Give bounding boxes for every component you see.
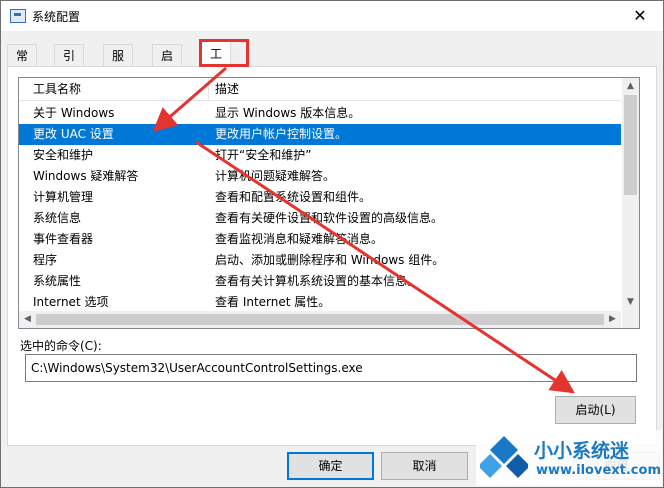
tab-services[interactable]: 服务 xyxy=(103,44,134,85)
tool-name: 安全和维护 xyxy=(33,148,94,162)
scroll-left-icon[interactable]: ◀ xyxy=(19,311,36,328)
tab-general[interactable]: 常规 xyxy=(7,44,38,85)
horizontal-scroll-thumb[interactable] xyxy=(36,314,604,325)
tool-description: 计算机问题疑难解答。 xyxy=(215,169,336,183)
list-item[interactable]: Windows 疑难解答 计算机问题疑难解答。 xyxy=(19,166,621,187)
list-item[interactable]: 事件查看器 查看监视消息和疑难解答消息。 xyxy=(19,229,621,250)
close-button[interactable]: ✕ xyxy=(617,1,663,31)
list-item[interactable]: 系统属性 查看有关计算机系统设置的基本信息。 xyxy=(19,271,621,292)
selected-command-label: 选中的命令(C): xyxy=(20,339,102,353)
tool-name: Windows 疑难解答 xyxy=(33,169,139,183)
tool-description: 更改用户帐户控制设置。 xyxy=(215,127,348,141)
column-header-tool-name[interactable]: 工具名称 xyxy=(33,78,81,100)
tool-name: 关于 Windows xyxy=(33,106,115,120)
tool-description: 启动、添加或删除程序和 Windows 组件。 xyxy=(215,253,445,267)
msconfig-app-icon xyxy=(10,9,26,23)
scroll-right-icon[interactable]: ▶ xyxy=(604,311,621,328)
tool-description: 查看有关硬件设置和软件设置的高级信息。 xyxy=(215,211,444,225)
selected-command-field[interactable]: C:\Windows\System32\UserAccountControlSe… xyxy=(25,354,637,382)
tool-description: 打开“安全和维护” xyxy=(215,148,312,162)
tab-startup[interactable]: 启动 xyxy=(152,44,183,85)
horizontal-scrollbar[interactable]: ◀ ▶ xyxy=(19,311,621,328)
tool-name: 系统信息 xyxy=(33,211,82,225)
column-header-description[interactable]: 描述 xyxy=(215,78,239,100)
column-separator[interactable] xyxy=(208,78,209,100)
launch-button[interactable]: 启动(L) xyxy=(555,396,636,424)
scroll-up-icon[interactable]: ▲ xyxy=(622,78,639,95)
xiaoxiao-logo-icon xyxy=(480,436,528,478)
watermark-brand-text: 小小系统迷 xyxy=(534,440,630,462)
list-header: 工具名称 描述 xyxy=(19,78,621,101)
window-title: 系统配置 xyxy=(32,10,81,24)
scroll-down-icon[interactable]: ▼ xyxy=(622,294,639,311)
tool-description: 查看和配置系统设置和组件。 xyxy=(215,190,372,204)
tool-name: 更改 UAC 设置 xyxy=(33,127,114,141)
tools-tab-highlight-box xyxy=(199,39,249,67)
list-item[interactable]: 关于 Windows 显示 Windows 版本信息。 xyxy=(19,103,621,124)
vertical-scrollbar[interactable]: ▲ ▼ xyxy=(622,78,639,311)
tool-description: 查看 Internet 属性。 xyxy=(215,295,331,309)
tool-name: 程序 xyxy=(33,253,58,267)
tools-list[interactable]: 工具名称 描述 关于 Windows 显示 Windows 版本信息。 更改 U… xyxy=(18,77,640,329)
cancel-button[interactable]: 取消 xyxy=(381,452,468,480)
title-bar: 系统配置 ✕ xyxy=(1,1,663,31)
site-watermark: 小小系统迷 www.ilovext.com xyxy=(476,430,662,486)
list-item[interactable]: 安全和维护 打开“安全和维护” xyxy=(19,145,621,166)
list-item[interactable]: 程序 启动、添加或删除程序和 Windows 组件。 xyxy=(19,250,621,271)
tool-description: 显示 Windows 版本信息。 xyxy=(215,106,361,120)
ok-button[interactable]: 确定 xyxy=(287,452,374,480)
list-item-selected[interactable]: 更改 UAC 设置 更改用户帐户控制设置。 xyxy=(19,124,621,145)
list-item[interactable]: Internet 选项 查看 Internet 属性。 xyxy=(19,292,621,313)
tool-name: 计算机管理 xyxy=(33,190,94,204)
list-item[interactable]: 系统信息 查看有关硬件设置和软件设置的高级信息。 xyxy=(19,208,621,229)
tool-name: Internet 选项 xyxy=(33,295,109,309)
tool-name: 事件查看器 xyxy=(33,232,94,246)
tool-name: 系统属性 xyxy=(33,274,82,288)
tab-boot[interactable]: 引导 xyxy=(54,44,85,85)
scrollbar-corner xyxy=(622,311,639,328)
tool-description: 查看有关计算机系统设置的基本信息。 xyxy=(215,274,420,288)
vertical-scroll-thumb[interactable] xyxy=(624,95,637,195)
list-item[interactable]: 计算机管理 查看和配置系统设置和组件。 xyxy=(19,187,621,208)
watermark-url-text: www.ilovext.com xyxy=(536,463,661,478)
tool-description: 查看监视消息和疑难解答消息。 xyxy=(215,232,384,246)
